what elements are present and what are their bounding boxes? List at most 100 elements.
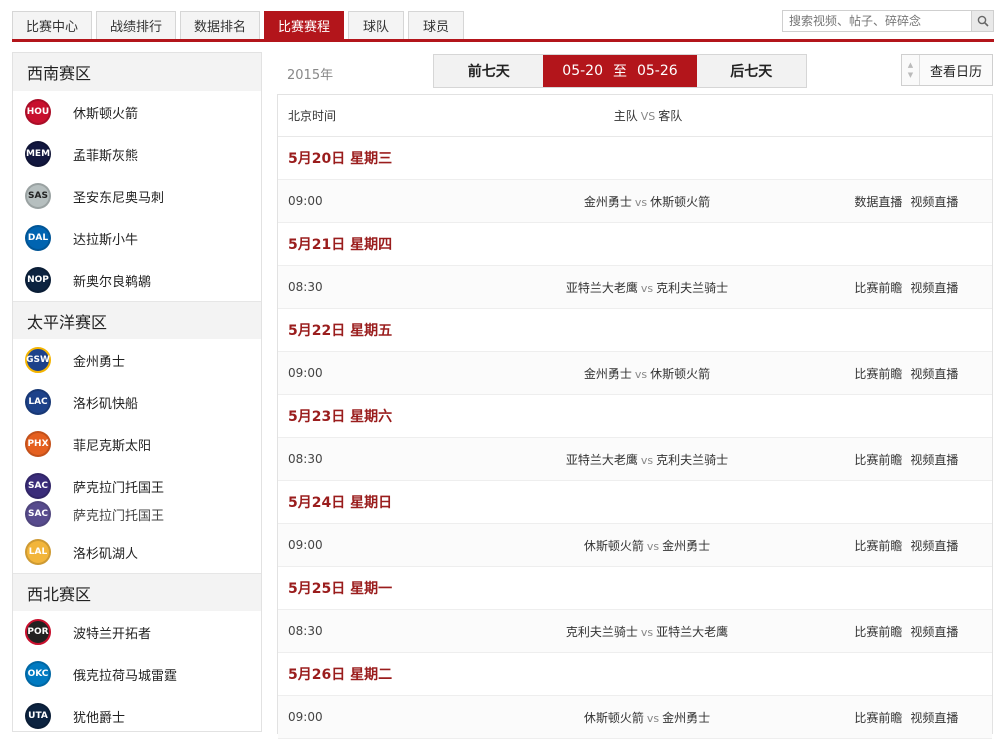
team-name: 金州勇士 xyxy=(73,354,126,370)
search-button[interactable] xyxy=(971,11,993,31)
date-range-button[interactable]: 05-20 至 05-26 xyxy=(543,55,697,87)
game-time: 09:00 xyxy=(288,710,323,724)
preview-link[interactable]: 比赛前瞻 xyxy=(854,279,902,296)
team-logo-icon: UTA xyxy=(25,703,51,729)
game-actions: 比赛前瞻 视频直播 xyxy=(846,365,992,382)
table-header: 北京时间 主队 VS 客队 xyxy=(278,95,992,137)
game-time: 08:30 xyxy=(288,280,323,294)
conference-header: 太平洋赛区 xyxy=(13,301,261,339)
team-logo-icon: SAC xyxy=(25,473,51,499)
preview-link[interactable]: 比赛前瞻 xyxy=(854,623,902,640)
tab-standings[interactable]: 战绩排行 xyxy=(96,11,176,39)
search-input[interactable] xyxy=(783,11,971,31)
game-time: 09:00 xyxy=(288,538,323,552)
sidebar-team-item[interactable]: OKC 俄克拉荷马城雷霆 xyxy=(13,653,261,695)
tab-match-center[interactable]: 比赛中心 xyxy=(12,11,92,39)
header-matchup: 主队 VS 客队 xyxy=(613,109,683,123)
sidebar-team-item[interactable]: DAL 达拉斯小牛 xyxy=(13,217,261,259)
sidebar-team-item[interactable]: PHX 菲尼克斯太阳 xyxy=(13,423,261,465)
schedule-table: 北京时间 主队 VS 客队 5月20日 星期三 09:00 金州勇士 vs 休斯顿火箭 … xyxy=(277,94,993,739)
video-live-link[interactable]: 视频直播 xyxy=(910,365,958,382)
search-box xyxy=(782,10,994,32)
game-row: 09:00 休斯顿火箭 vs 金州勇士 比赛前瞻 视频直播 xyxy=(278,696,992,739)
preview-link[interactable]: 比赛前瞻 xyxy=(854,709,902,726)
video-live-link[interactable]: 视频直播 xyxy=(910,623,958,640)
video-live-link[interactable]: 视频直播 xyxy=(910,709,958,726)
team-logo-icon: SAS xyxy=(25,183,51,209)
team-name: 圣安东尼奥马刺 xyxy=(73,190,165,206)
team-logo-icon: DAL xyxy=(25,225,51,251)
calendar-label: 查看日历 xyxy=(929,64,982,80)
team-name: 俄克拉荷马城雷霆 xyxy=(73,668,178,684)
game-time: 09:00 xyxy=(288,366,323,380)
top-nav: 比赛中心 战绩排行 数据排名 比赛赛程 球队 球员 xyxy=(12,8,994,42)
game-row: 09:00 金州勇士 vs 休斯顿火箭 比赛前瞻 视频直播 xyxy=(278,352,992,395)
calendar-button[interactable]: ▲ ▼ 查看日历 xyxy=(901,54,993,86)
preview-link[interactable]: 比赛前瞻 xyxy=(854,365,902,382)
tab-stats-ranking[interactable]: 数据排名 xyxy=(180,11,260,39)
game-row: 09:00 休斯顿火箭 vs 金州勇士 比赛前瞻 视频直播 xyxy=(278,524,992,567)
game-time: 08:30 xyxy=(288,624,323,638)
game-row: 09:00 金州勇士 vs 休斯顿火箭 数据直播 视频直播 xyxy=(278,180,992,223)
team-logo-icon: LAC xyxy=(25,389,51,415)
tab-teams[interactable]: 球队 xyxy=(348,11,404,39)
sidebar-team-item[interactable]: UTA 犹他爵士 xyxy=(13,695,261,731)
team-logo-icon: HOU xyxy=(25,99,51,125)
preview-link[interactable]: 比赛前瞻 xyxy=(854,451,902,468)
header-time: 北京时间 xyxy=(288,109,337,123)
team-name: 菲尼克斯太阳 xyxy=(73,438,152,454)
preview-link[interactable]: 比赛前瞻 xyxy=(854,537,902,554)
team-logo-icon: POR xyxy=(25,619,51,645)
range-start: 05-20 xyxy=(562,63,603,79)
team-logo-icon: NOP xyxy=(25,267,51,293)
week-navigator: 前七天 05-20 至 05-26 后七天 xyxy=(433,54,807,88)
next-week-button[interactable]: 后七天 xyxy=(696,55,806,87)
sidebar-team-item[interactable]: GSW 金州勇士 xyxy=(13,339,261,381)
sidebar-team-item[interactable]: LAC 洛杉矶快船 xyxy=(13,381,261,423)
data-live-link[interactable]: 数据直播 xyxy=(854,193,902,210)
sidebar-team-item[interactable]: SAS 圣安东尼奥马刺 xyxy=(13,175,261,217)
day-header: 5月23日 星期六 xyxy=(278,395,992,438)
video-live-link[interactable]: 视频直播 xyxy=(910,537,958,554)
team-name: 孟菲斯灰熊 xyxy=(73,148,139,164)
game-matchup: 金州勇士 vs 休斯顿火箭 xyxy=(583,194,711,209)
team-logo-icon: OKC xyxy=(25,661,51,687)
game-matchup: 亚特兰大老鹰 vs 克利夫兰骑士 xyxy=(565,452,729,467)
sidebar-team-item[interactable]: LAL 洛杉矶湖人 xyxy=(13,531,261,573)
game-time: 08:30 xyxy=(288,452,323,466)
team-name: 犹他爵士 xyxy=(73,710,126,726)
team-name: 休斯顿火箭 xyxy=(73,106,139,122)
game-matchup: 休斯顿火箭 vs 金州勇士 xyxy=(583,538,711,553)
game-row: 08:30 克利夫兰骑士 vs 亚特兰大老鹰 比赛前瞻 视频直播 xyxy=(278,610,992,653)
video-live-link[interactable]: 视频直播 xyxy=(910,193,958,210)
sidebar-team-item[interactable]: NOP 新奥尔良鹈鹕 xyxy=(13,259,261,301)
schedule-panel: 2015年 前七天 05-20 至 05-26 后七天 ▲ ▼ 查看日历 北京时间… xyxy=(277,52,993,739)
game-matchup: 亚特兰大老鹰 vs 克利夫兰骑士 xyxy=(565,280,729,295)
team-name: 洛杉矶快船 xyxy=(73,396,139,412)
game-matchup: 金州勇士 vs 休斯顿火箭 xyxy=(583,366,711,381)
team-logo-icon: LAL xyxy=(25,539,51,565)
tab-schedule[interactable]: 比赛赛程 xyxy=(264,11,344,39)
team-name: 波特兰开拓者 xyxy=(73,626,152,642)
team-logo-icon: SAC xyxy=(25,501,51,527)
game-row: 08:30 亚特兰大老鹰 vs 克利夫兰骑士 比赛前瞻 视频直播 xyxy=(278,438,992,481)
sidebar-team-item[interactable]: SAC 萨克拉门托国王 xyxy=(13,497,261,531)
tab-players[interactable]: 球员 xyxy=(408,11,464,39)
day-header: 5月26日 星期二 xyxy=(278,653,992,696)
sidebar-team-item[interactable]: HOU 休斯顿火箭 xyxy=(13,91,261,133)
video-live-link[interactable]: 视频直播 xyxy=(910,279,958,296)
nav-tabs: 比赛中心 战绩排行 数据排名 比赛赛程 球队 球员 xyxy=(12,11,464,39)
sidebar-team-item[interactable]: POR 波特兰开拓者 xyxy=(13,611,261,653)
day-header: 5月22日 星期五 xyxy=(278,309,992,352)
team-name: 萨克拉门托国王 xyxy=(73,508,165,524)
team-logo-icon: MEM xyxy=(25,141,51,167)
game-actions: 比赛前瞻 视频直播 xyxy=(846,279,992,296)
video-live-link[interactable]: 视频直播 xyxy=(910,451,958,468)
team-logo-icon: PHX xyxy=(25,431,51,457)
day-header: 5月21日 星期四 xyxy=(278,223,992,266)
search-icon xyxy=(977,15,989,27)
sidebar-team-item[interactable]: MEM 孟菲斯灰熊 xyxy=(13,133,261,175)
sidebar: 西南赛区 HOU 休斯顿火箭 MEM 孟菲斯灰熊 SAS 圣安东尼奥马刺 DAL 达拉斯… xyxy=(12,52,262,732)
prev-week-button[interactable]: 前七天 xyxy=(434,55,544,87)
conference-header: 西北赛区 xyxy=(13,573,261,611)
